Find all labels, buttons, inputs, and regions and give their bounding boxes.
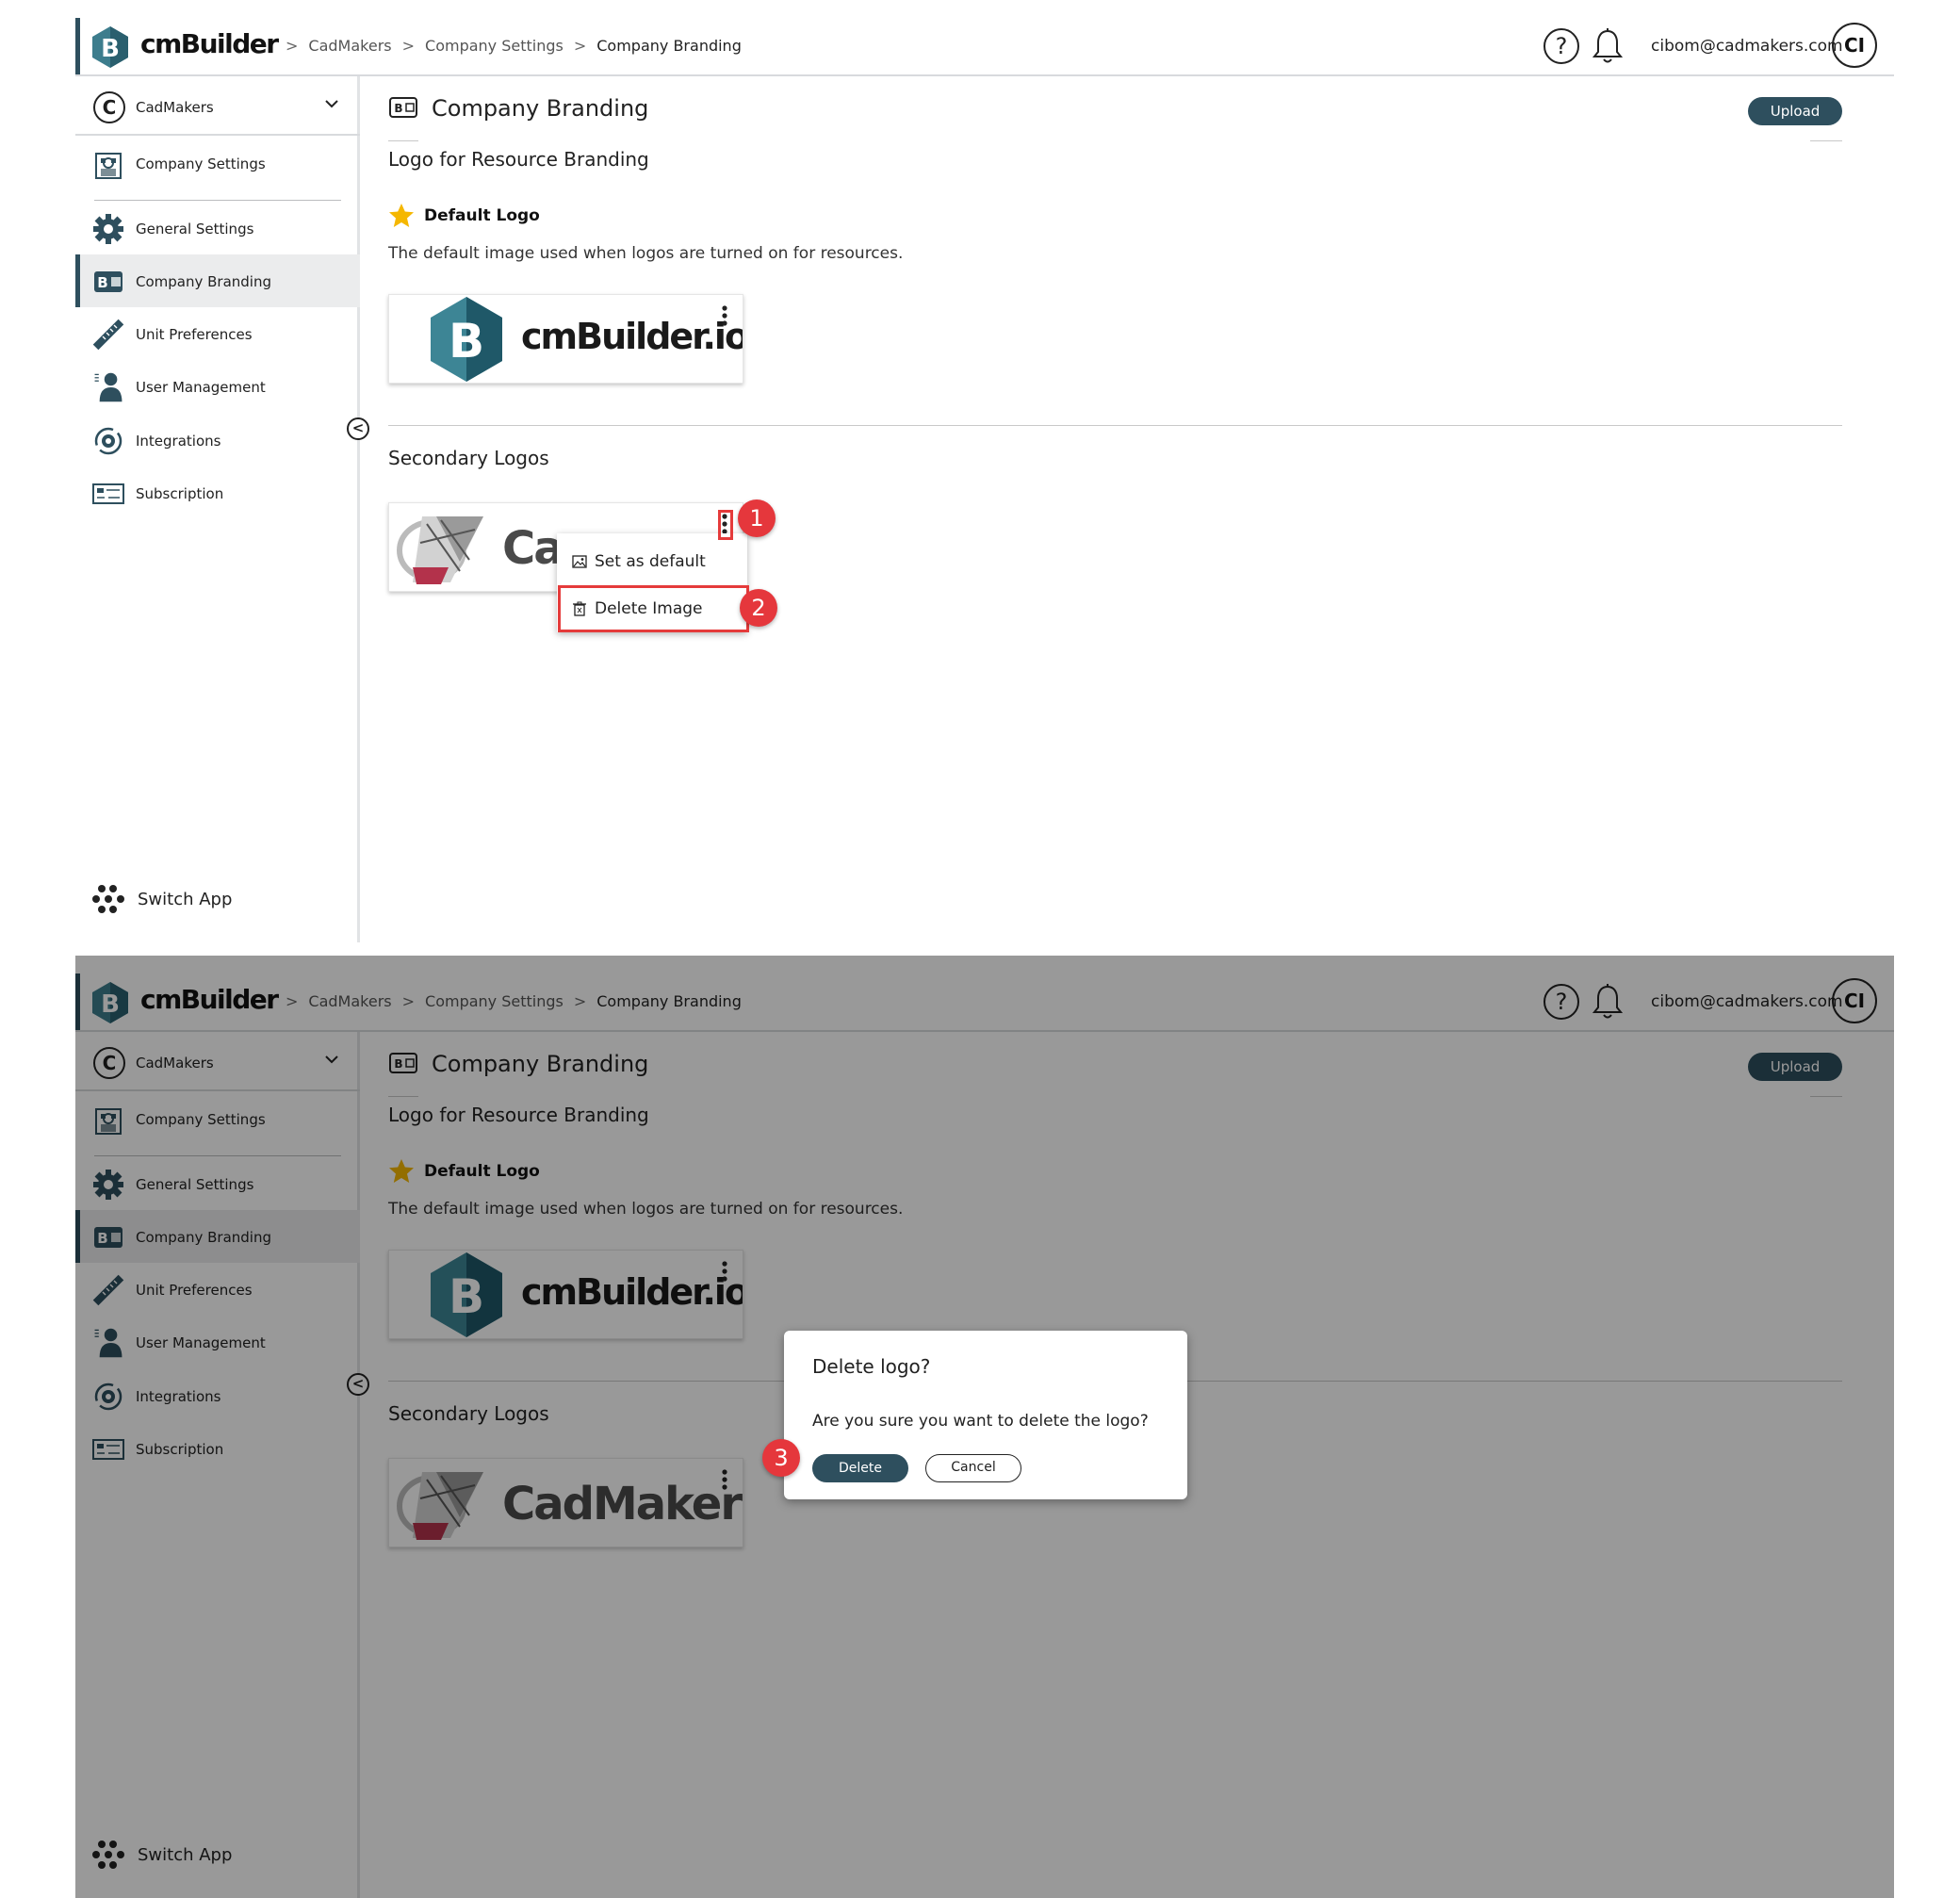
sidebar-item-label: General Settings (136, 221, 254, 237)
sidebar-item-company-settings[interactable]: Company Settings (75, 137, 360, 189)
page-header: B Company Branding (388, 95, 648, 122)
sidebar-item-company-branding[interactable]: B Company Branding (75, 254, 360, 307)
default-logo-text: cmBuilder.io (521, 316, 743, 357)
svg-text:B: B (101, 35, 120, 63)
sidebar-item-label: Integrations (136, 433, 221, 450)
help-icon[interactable]: ? (1544, 28, 1579, 64)
topbar-accent (75, 18, 80, 74)
upload-button[interactable]: Upload (1748, 97, 1842, 125)
app-name[interactable]: cmBuilder (140, 28, 279, 59)
sidebar-item-general-settings[interactable]: General Settings (75, 202, 360, 254)
page-title: Company Branding (432, 95, 649, 122)
secondary-logo-text: Ca (502, 522, 564, 575)
default-logo-card: B cmBuilder.io (388, 294, 743, 384)
avatar[interactable]: CI (1832, 23, 1877, 68)
switch-app-icon (92, 885, 124, 913)
collapse-sidebar-button[interactable]: < (347, 417, 369, 440)
highlight-delete-image (558, 585, 749, 632)
screenshot-step-menu: B cmBuilder > CadMakers > Company Settin… (75, 0, 1894, 942)
sidebar-item-subscription[interactable]: Subscription (75, 466, 360, 519)
switch-app-label: Switch App (138, 889, 233, 909)
image-icon (572, 555, 587, 568)
screenshot-step-dialog: B cmBuilder > CadMakers > Company Settin… (75, 956, 1894, 1898)
step-marker-3: 3 (762, 1439, 800, 1477)
ruler-icon (92, 319, 124, 351)
breadcrumb-separator: > (286, 37, 299, 55)
user-icon (94, 372, 122, 402)
subscription-icon (92, 483, 124, 504)
branding-icon: B (94, 271, 122, 292)
section-divider (388, 425, 1842, 426)
step-marker-1: 1 (738, 499, 776, 537)
menu-item-label: Set as default (595, 552, 706, 571)
kebab-menu-icon[interactable] (721, 304, 728, 327)
star-icon (389, 204, 414, 227)
breadcrumb-item-company-settings[interactable]: Company Settings (425, 37, 564, 55)
default-logo-heading: Default Logo (388, 203, 540, 228)
highlight-kebab (718, 510, 733, 540)
delete-logo-dialog: Delete logo? Are you sure you want to de… (784, 1331, 1187, 1499)
section-title-secondary-logos: Secondary Logos (388, 447, 549, 469)
breadcrumb-separator: > (401, 37, 416, 55)
company-name: CadMakers (136, 99, 214, 116)
step-marker-2: 2 (740, 589, 777, 627)
cmbuilder-logo-icon: B (431, 297, 502, 382)
divider (388, 140, 418, 141)
section-title-resource-branding: Logo for Resource Branding (388, 148, 649, 171)
chevron-down-icon[interactable] (324, 96, 339, 111)
menu-item-set-default[interactable]: Set as default (557, 541, 747, 582)
svg-text:B: B (449, 314, 484, 368)
company-selector[interactable]: C CadMakers (75, 76, 360, 136)
divider (1810, 140, 1842, 141)
sidebar-item-integrations[interactable]: Integrations (75, 414, 360, 466)
sidebar: C CadMakers Company Settings General Set… (75, 76, 360, 942)
breadcrumb-item-company[interactable]: CadMakers (308, 37, 391, 55)
dialog-message: Are you sure you want to delete the logo… (812, 1412, 1149, 1431)
gear-icon (93, 214, 123, 244)
sidebar-item-label: Company Settings (136, 155, 266, 172)
default-logo-description: The default image used when logos are tu… (388, 244, 904, 263)
company-badge: C (93, 91, 125, 123)
delete-button[interactable]: Delete (812, 1454, 908, 1482)
sidebar-item-label: Subscription (136, 485, 224, 502)
cadmakers-logo-icon (397, 516, 483, 584)
user-email[interactable]: cibom@cadmakers.com (1651, 37, 1843, 56)
top-bar: B cmBuilder > CadMakers > Company Settin… (75, 0, 1894, 76)
branding-icon: B (389, 97, 417, 118)
app-logo-icon[interactable]: B (91, 25, 129, 69)
main-content: B Company Branding Upload Logo for Resou… (363, 76, 1894, 942)
svg-text:B: B (394, 102, 402, 115)
sidebar-item-label: Unit Preferences (136, 326, 253, 343)
integrations-icon (94, 427, 122, 455)
breadcrumb-separator: > (573, 37, 587, 55)
cancel-button[interactable]: Cancel (925, 1454, 1021, 1482)
sidebar-item-label: User Management (136, 379, 266, 396)
sidebar-item-user-management[interactable]: User Management (75, 360, 360, 413)
default-logo-label: Default Logo (424, 205, 540, 225)
building-icon (95, 153, 122, 179)
svg-text:B: B (97, 274, 107, 291)
sidebar-divider (94, 200, 341, 201)
switch-app-button[interactable]: Switch App (92, 883, 232, 915)
dialog-title: Delete logo? (812, 1355, 931, 1378)
breadcrumb-item-current: Company Branding (596, 37, 742, 55)
breadcrumb: > CadMakers > Company Settings > Company… (275, 37, 742, 55)
sidebar-item-label: Company Branding (136, 273, 272, 290)
sidebar-item-unit-preferences[interactable]: Unit Preferences (75, 307, 360, 360)
bell-icon[interactable] (1591, 27, 1625, 65)
